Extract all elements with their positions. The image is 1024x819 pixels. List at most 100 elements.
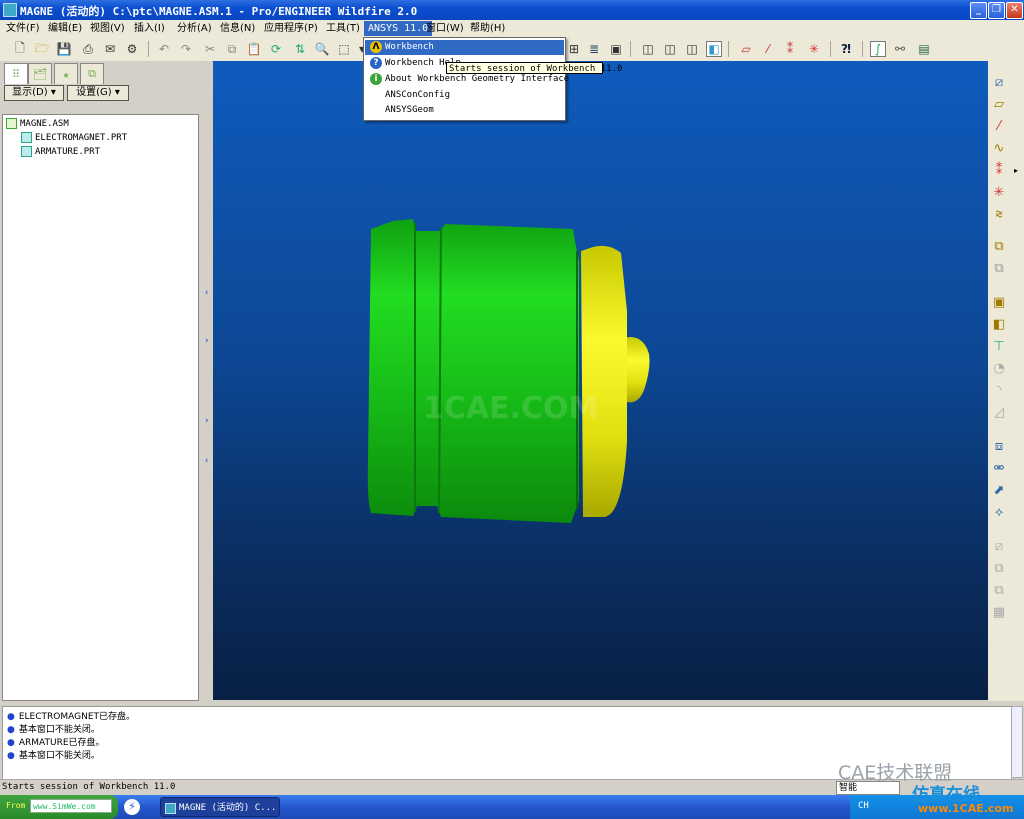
tree-item-armature[interactable]: ARMATURE.PRT	[21, 145, 100, 159]
show-dropdown[interactable]: 显示(D) ▾	[4, 85, 64, 101]
menu-item-workbench[interactable]: Λ Workbench	[365, 40, 564, 55]
analysis-feature-icon[interactable]: ⩬	[990, 205, 1008, 223]
datum-line-icon[interactable]: ⁄	[990, 117, 1008, 135]
print-icon[interactable]: ⎙	[80, 41, 96, 57]
graphics-window[interactable]: 1CAE.COM	[213, 61, 988, 700]
menu-window[interactable]: 窗口(W)	[422, 21, 468, 36]
menu-edit[interactable]: 编辑(E)	[44, 21, 86, 36]
undo-icon[interactable]: ↶	[156, 41, 172, 57]
cut-icon[interactable]: ✂	[202, 41, 218, 57]
menu-applications[interactable]: 应用程序(P)	[260, 21, 322, 36]
datum-planes-icon[interactable]: ▱	[738, 41, 754, 57]
view-manager-icon[interactable]: ▣	[608, 41, 624, 57]
datum-point-icon[interactable]: ⁑	[990, 161, 1008, 179]
hole-icon[interactable]: ⊤	[990, 337, 1008, 355]
menu-insert[interactable]: 插入(I)	[130, 21, 169, 36]
model-tree-tab-icon[interactable]: ⠿	[4, 63, 28, 84]
shell-icon[interactable]: ◔	[990, 359, 1008, 377]
copy-icon[interactable]: ⧉	[224, 41, 240, 57]
coordinate-system-icon[interactable]: ✳	[990, 183, 1008, 201]
save-icon[interactable]: 💾	[56, 41, 72, 57]
favorites-tab-icon[interactable]: ★	[54, 63, 78, 84]
shading-icon[interactable]: ◧	[706, 41, 722, 57]
info-icon: i	[370, 73, 382, 85]
extrude-icon[interactable]: ▣	[990, 293, 1008, 311]
mirror-icon[interactable]: ⚮	[990, 459, 1008, 477]
message-line: ● 基本窗口不能关闭。	[7, 750, 100, 762]
component-icon[interactable]: ⧉	[990, 237, 1008, 255]
folder-browser-tab-icon[interactable]: 🗂	[28, 63, 52, 84]
tree-item-electromagnet[interactable]: ELECTROMAGNET.PRT	[21, 131, 127, 145]
select-box-icon[interactable]: ⬚	[336, 41, 352, 57]
solidify-icon[interactable]: ▦	[990, 603, 1008, 621]
offset-icon[interactable]: ⬈	[990, 481, 1008, 499]
thicken-icon[interactable]: ⟡	[990, 503, 1008, 521]
create-component-icon[interactable]: ⧉	[990, 259, 1008, 277]
window-title: MAGNE (活动的) C:\ptc\MAGNE.ASM.1 - Pro/ENG…	[20, 5, 418, 18]
connections-tab-icon[interactable]: ⧉	[80, 63, 104, 84]
paste-icon[interactable]: 📋	[246, 41, 262, 57]
datum-points-icon[interactable]: ⁑	[782, 41, 798, 57]
menu-item-ansysgeom[interactable]: ANSYSGeom	[365, 103, 564, 118]
trim-icon[interactable]: ⧉	[990, 559, 1008, 577]
menu-file[interactable]: 文件(F)	[2, 21, 44, 36]
round-icon[interactable]: ◝	[990, 381, 1008, 399]
feature-ops-icon[interactable]: ⚯	[892, 41, 908, 57]
menu-info[interactable]: 信息(N)	[216, 21, 259, 36]
revolve-icon[interactable]: ◧	[990, 315, 1008, 333]
minimize-button[interactable]: _	[970, 2, 987, 19]
email-icon[interactable]: ✉	[102, 41, 118, 57]
message-line: ● 基本窗口不能关闭。	[7, 724, 100, 736]
saved-views-icon[interactable]: ⊞	[566, 41, 582, 57]
datum-axis-tool-icon[interactable]: ▱	[990, 95, 1008, 113]
input-language[interactable]: CH	[858, 801, 869, 811]
analysis-icon[interactable]: ▤	[916, 41, 932, 57]
menu-item-ansconconfig[interactable]: ANSConConfig	[365, 88, 564, 103]
part-icon	[21, 132, 32, 143]
menu-analysis[interactable]: 分析(A)	[173, 21, 216, 36]
panel-splitter[interactable]: ‹ › › ‹	[203, 61, 212, 701]
menu-view[interactable]: 视图(V)	[86, 21, 129, 36]
taskbar-app-button[interactable]: MAGNE (活动的) C...	[160, 797, 280, 817]
new-file-icon[interactable]: 🗋	[12, 41, 28, 57]
tree-item-root[interactable]: MAGNE.ASM	[6, 117, 69, 131]
expand-right-icon[interactable]: ›	[204, 416, 209, 426]
settings-dropdown[interactable]: 设置(G) ▾	[67, 85, 129, 101]
pattern-icon[interactable]: ⧈	[990, 437, 1008, 455]
regenerate-icon[interactable]: ⚙	[124, 41, 140, 57]
layers-icon[interactable]: ≣	[586, 41, 602, 57]
menu-help[interactable]: 帮助(H)	[466, 21, 509, 36]
close-button[interactable]: ✕	[1006, 2, 1023, 19]
ansys-dropdown-menu: Λ Workbench ? Workbench Help i About Wor…	[363, 37, 569, 121]
menu-tools[interactable]: 工具(T)	[322, 21, 364, 36]
merge-icon[interactable]: ⧄	[990, 537, 1008, 555]
redo-icon[interactable]: ↷	[178, 41, 194, 57]
start-button[interactable]: From www.SimWe.com	[0, 795, 118, 819]
hidden-line-icon[interactable]: ◫	[662, 41, 678, 57]
message-text: 基本窗口不能关闭。	[18, 751, 100, 761]
maximize-button[interactable]: ❐	[988, 2, 1005, 19]
tooltip: Starts session of Workbench 11.0	[446, 62, 622, 74]
find-icon[interactable]: 🔍	[314, 41, 330, 57]
message-line: ● ELECTROMAGNET已存盘。	[7, 711, 135, 723]
no-hidden-icon[interactable]: ◫	[684, 41, 700, 57]
expand-right-icon[interactable]: ›	[204, 336, 209, 346]
extend-icon[interactable]: ⧉	[990, 581, 1008, 599]
datum-plane-tool-icon[interactable]: ⧄	[990, 73, 1008, 91]
message-scrollbar[interactable]	[1011, 706, 1023, 778]
regenerate-model-icon[interactable]: ⟳	[268, 41, 284, 57]
wireframe-icon[interactable]: ◫	[640, 41, 656, 57]
datum-curve-icon[interactable]: ∿	[990, 139, 1008, 157]
collapse-left-icon[interactable]: ‹	[204, 288, 209, 298]
coordinate-systems-icon[interactable]: ✳	[806, 41, 822, 57]
menu-item-label: ANSConConfig	[385, 90, 451, 100]
regen-manager-icon[interactable]: ⇅	[292, 41, 308, 57]
flyout-arrow-icon[interactable]: ▸	[1012, 161, 1020, 179]
sketch-icon[interactable]: ∫	[870, 41, 886, 57]
datum-axes-icon[interactable]: ⁄	[760, 41, 776, 57]
open-folder-icon[interactable]: 🗁	[34, 41, 50, 57]
chamfer-icon[interactable]: ◿	[990, 403, 1008, 421]
quick-launch-icon[interactable]: ⚡	[124, 799, 140, 815]
collapse-left-icon[interactable]: ‹	[204, 456, 209, 466]
context-help-icon[interactable]: ⁈	[838, 41, 854, 57]
